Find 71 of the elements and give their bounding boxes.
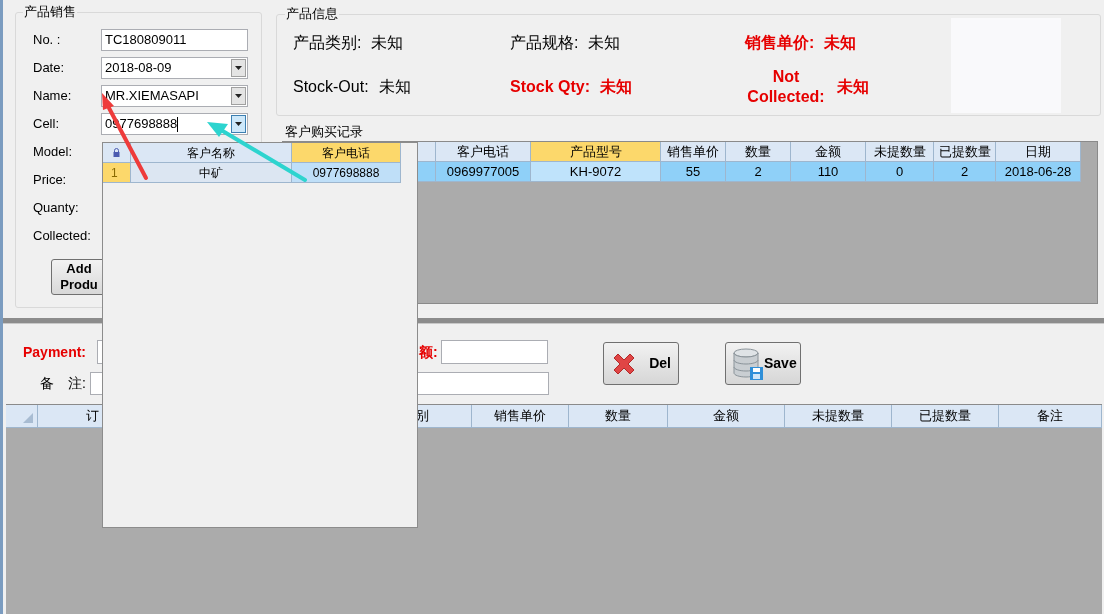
column-header[interactable]: 数量 [726, 142, 791, 162]
row-header: 1 [103, 163, 131, 183]
info-value: 未知 [600, 77, 632, 97]
field-label: Collected: [33, 227, 92, 246]
column-header[interactable]: 数量 [569, 405, 668, 428]
column-header[interactable]: 销售单价 [661, 142, 726, 162]
corner-triangle-icon [22, 413, 33, 423]
info-label: 产品规格: [510, 33, 579, 53]
field-label: 额: [419, 342, 439, 362]
caret-icon [235, 122, 242, 126]
section-title: 客户购买记录 [285, 124, 363, 138]
table-cell: 0 [866, 162, 934, 182]
field-value: TC180809011 [105, 31, 187, 50]
column-header[interactable]: 产品型号 [531, 142, 661, 162]
field-value: 2018-08-09 [105, 59, 172, 78]
info-label: Stock Qty: [510, 77, 590, 97]
field-label: Quanty: [33, 199, 80, 218]
caret-icon [235, 94, 242, 98]
info-value: 未知 [378, 77, 411, 97]
text-field[interactable]: TC180809011 [101, 29, 248, 51]
info-label: Stock-Out: [293, 77, 369, 97]
field-label: Model: [33, 143, 74, 162]
dropdown-button[interactable] [231, 115, 246, 133]
group-title: 产品销售 [23, 4, 77, 20]
info-label: 销售单价: [745, 33, 815, 53]
combo-box[interactable]: MR.XIEMASAPI [101, 85, 248, 107]
field-label: Price: [33, 171, 68, 190]
lock-icon [113, 148, 120, 157]
table-cell: 2 [934, 162, 996, 182]
info-label: Not Collected: [746, 67, 826, 107]
column-header[interactable]: 销售单价 [472, 405, 570, 428]
table-cell: 55 [661, 162, 726, 182]
field-label: Cell: [33, 115, 60, 134]
info-value: 未知 [824, 33, 857, 53]
field-label: 备 注: [39, 374, 87, 393]
info-label: 产品类别: [293, 33, 362, 53]
info-value: 未知 [371, 33, 404, 53]
delete-button[interactable]: Del [603, 342, 679, 385]
field-label: No. : [33, 31, 62, 50]
column-header[interactable]: 未提数量 [866, 142, 934, 162]
table-cell[interactable]: 0977698888 [292, 163, 401, 183]
amount-field[interactable] [441, 340, 548, 364]
column-header[interactable]: 日期 [996, 142, 1081, 162]
group-title: 产品信息 [285, 6, 339, 22]
column-header[interactable]: 已提数量 [934, 142, 996, 162]
column-header[interactable]: 已提数量 [891, 405, 999, 428]
field-label: Date: [33, 59, 66, 78]
column-header[interactable]: 客户电话 [292, 143, 401, 163]
table-cell: 110 [791, 162, 866, 182]
column-header[interactable]: 备注 [998, 405, 1102, 428]
field-value: MR.XIEMASAPI [105, 87, 199, 106]
table-cell: 2018-06-28 [996, 162, 1081, 182]
column-header[interactable]: 未提数量 [784, 405, 892, 428]
field-label: Name: [33, 87, 73, 106]
info-value: 未知 [837, 77, 869, 97]
table-cell: KH-9072 [531, 162, 661, 182]
column-header[interactable]: 金额 [791, 142, 866, 162]
table-cell: 2 [726, 162, 791, 182]
dropdown-button[interactable] [231, 87, 246, 105]
save-button[interactable]: Save [725, 342, 801, 385]
dropdown-button[interactable] [231, 59, 246, 77]
combo-box[interactable]: 2018-08-09 [101, 57, 248, 79]
column-header[interactable]: 客户名称 [131, 143, 292, 163]
column-header[interactable]: 客户电话 [436, 142, 531, 162]
database-save-icon [732, 346, 764, 381]
table-cell[interactable]: 中矿 [131, 163, 292, 183]
caret-icon [235, 66, 242, 70]
column-header[interactable]: 金额 [667, 405, 785, 428]
field-label: Payment: [22, 342, 88, 362]
info-value: 未知 [588, 33, 621, 53]
table-cell: 0969977005 [436, 162, 531, 182]
